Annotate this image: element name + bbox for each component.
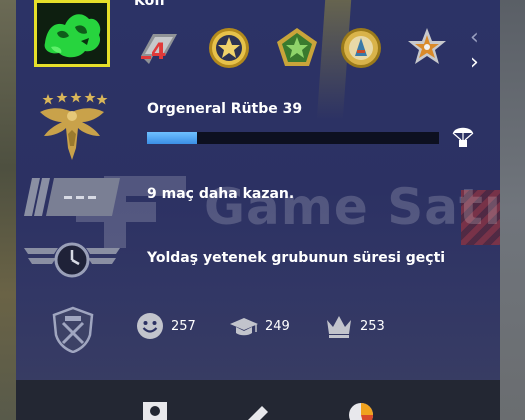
skill-group-unranked-icon bbox=[24, 176, 120, 218]
wins-needed-text: 9 maç daha kazan. bbox=[147, 186, 295, 202]
gold-coin-medal-icon[interactable] bbox=[207, 26, 251, 70]
xp-progress-fill bbox=[147, 132, 197, 144]
silver-star-medal-icon[interactable] bbox=[405, 26, 449, 70]
pie-stats-icon[interactable] bbox=[346, 400, 376, 420]
eagle-rank-emblem-icon bbox=[34, 90, 110, 166]
parachute-drop-icon[interactable] bbox=[452, 124, 474, 148]
expired-skill-group-icon bbox=[24, 240, 120, 280]
chevron-right-icon[interactable]: › bbox=[470, 52, 479, 74]
username[interactable]: Kofi bbox=[134, 0, 165, 9]
rank-label: Orgeneral Rütbe 39 bbox=[147, 101, 303, 117]
avatar[interactable] bbox=[34, 0, 110, 67]
green-star-medal-icon[interactable] bbox=[275, 26, 319, 70]
shield-crest-icon bbox=[49, 305, 97, 353]
avatar-image bbox=[37, 3, 107, 64]
graduation-cap-icon bbox=[230, 312, 258, 340]
background-right bbox=[500, 0, 525, 420]
smiley-icon bbox=[136, 312, 164, 340]
pencil-edit-icon[interactable] bbox=[242, 400, 272, 420]
svg-text:4: 4 bbox=[151, 40, 166, 65]
commendation-leader-count: 253 bbox=[360, 319, 385, 334]
skill-group-expired-text: Yoldaş yetenek grubunun süresi geçti bbox=[147, 250, 446, 266]
xp-progress-bar bbox=[147, 132, 439, 144]
crown-icon bbox=[325, 312, 353, 340]
chevron-left-icon[interactable]: ‹ bbox=[470, 27, 479, 49]
commendation-teacher-count: 249 bbox=[265, 319, 290, 334]
profile-card-icon[interactable] bbox=[140, 400, 170, 420]
commendation-friendly-count: 257 bbox=[171, 319, 196, 334]
background-left bbox=[0, 0, 16, 420]
gold-map-coin-icon[interactable] bbox=[339, 26, 383, 70]
service-medal-4-icon[interactable]: 4 bbox=[137, 26, 181, 70]
watermark: Game Satış bbox=[76, 172, 500, 252]
profile-panel: Kofi 4 ‹ › Orgeneral Rütbe 39 Game Satış… bbox=[16, 0, 500, 420]
